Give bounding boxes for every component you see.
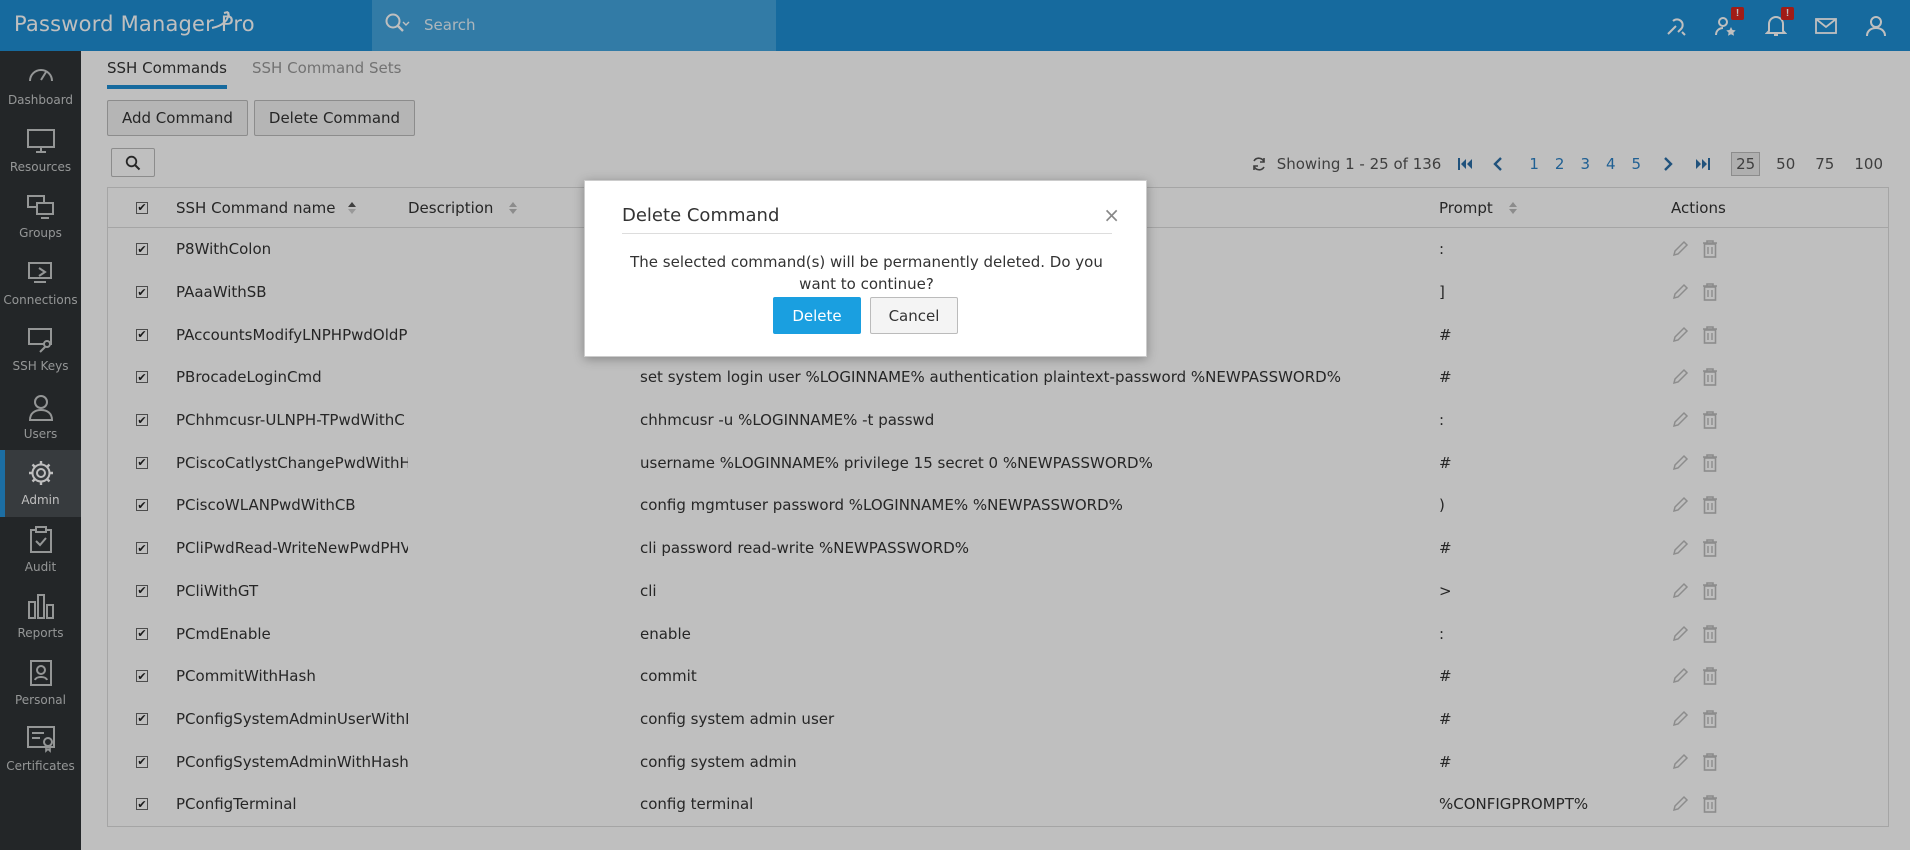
dialog-divider bbox=[622, 233, 1112, 234]
cancel-button[interactable]: Cancel bbox=[870, 297, 958, 334]
dialog-message: The selected command(s) will be permanen… bbox=[630, 253, 1103, 293]
modal-overlay bbox=[0, 0, 1910, 850]
dialog-buttons: Delete Cancel bbox=[773, 297, 958, 334]
delete-command-dialog: Delete Command × The selected command(s)… bbox=[584, 180, 1147, 357]
close-icon[interactable]: × bbox=[1103, 203, 1120, 227]
confirm-delete-button[interactable]: Delete bbox=[773, 297, 861, 334]
dialog-title: Delete Command bbox=[622, 205, 780, 226]
